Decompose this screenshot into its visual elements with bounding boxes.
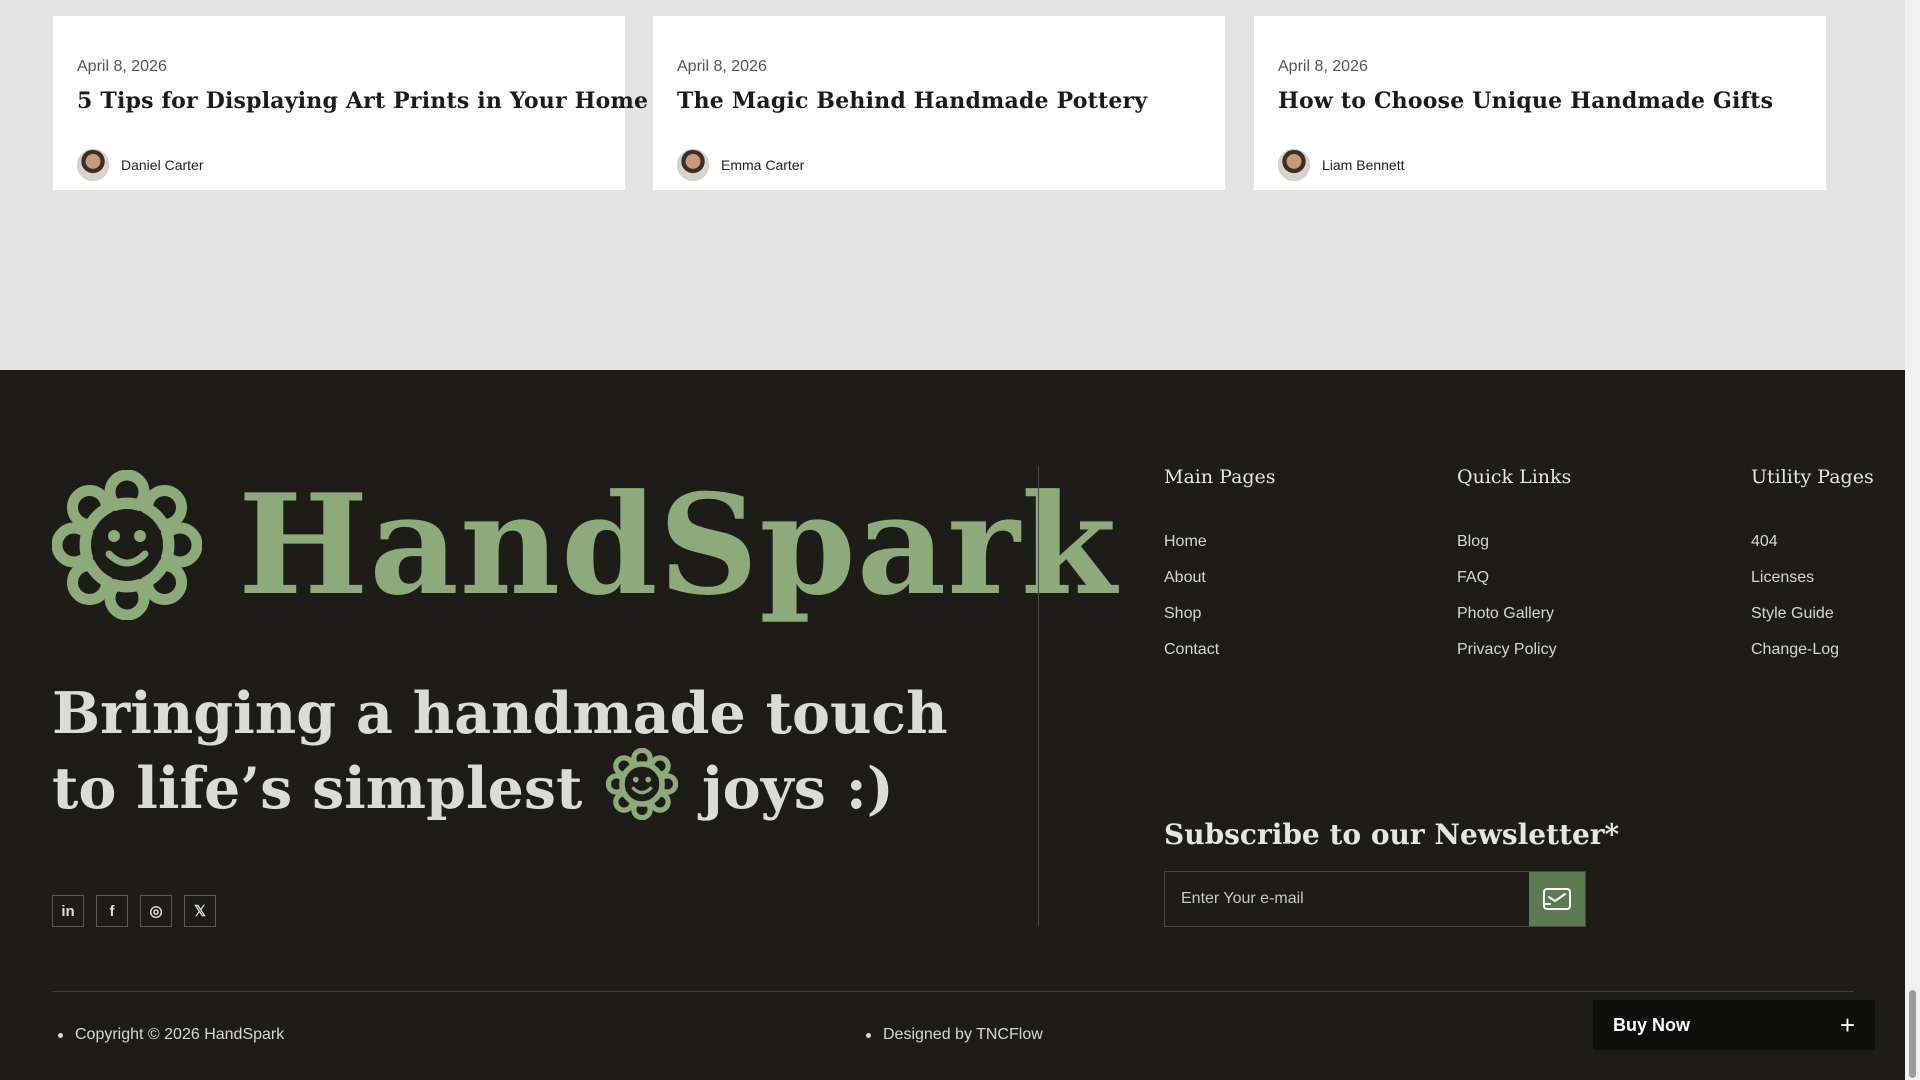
footer-link-contact[interactable]: Contact xyxy=(1164,640,1276,660)
footer-link-photo-gallery[interactable]: Photo Gallery xyxy=(1457,604,1571,624)
author-name: Liam Bennett xyxy=(1322,157,1405,173)
footer-link-licenses[interactable]: Licenses xyxy=(1751,568,1874,588)
avatar xyxy=(1278,149,1310,181)
footer-col-utility-pages: Utility Pages 404 Licenses Style Guide C… xyxy=(1751,466,1874,676)
plus-icon: + xyxy=(1839,1010,1855,1040)
footer-col-main-pages: Main Pages Home About Shop Contact xyxy=(1164,466,1276,676)
bullet xyxy=(58,1032,63,1038)
copyright: Copyright © 2026 HandSpark xyxy=(58,1026,284,1044)
buy-now-button[interactable]: Buy Now + xyxy=(1593,1000,1875,1050)
x-twitter-icon[interactable]: 𝕏 xyxy=(184,895,216,927)
blog-cards-section: April 8, 2026 5 Tips for Displaying Art … xyxy=(0,0,1905,370)
footer-bottom-divider xyxy=(52,991,1854,992)
avatar xyxy=(77,149,109,181)
column-heading: Main Pages xyxy=(1164,466,1276,488)
designed-by[interactable]: Designed by TNCFlow xyxy=(866,1026,1043,1044)
linkedin-icon[interactable]: in xyxy=(52,895,84,927)
post-date: April 8, 2026 xyxy=(1278,58,1368,75)
copyright-text: Copyright © 2026 HandSpark xyxy=(75,1026,285,1043)
post-title[interactable]: The Magic Behind Handmade Pottery xyxy=(677,88,1147,114)
logo-wordmark: HandSpark xyxy=(238,463,1118,626)
bullet xyxy=(866,1032,871,1038)
footer-logo[interactable]: HandSpark xyxy=(52,470,1118,620)
post-date: April 8, 2026 xyxy=(677,58,767,75)
footer-link-change-log[interactable]: Change-Log xyxy=(1751,640,1874,660)
footer-link-privacy-policy[interactable]: Privacy Policy xyxy=(1457,640,1571,660)
post-author: Liam Bennett xyxy=(1278,149,1405,181)
email-field[interactable] xyxy=(1165,872,1529,926)
footer-link-shop[interactable]: Shop xyxy=(1164,604,1276,624)
footer-link-faq[interactable]: FAQ xyxy=(1457,568,1571,588)
footer-link-about[interactable]: About xyxy=(1164,568,1276,588)
footer-tagline: Bringing a handmade touch to life’s simp… xyxy=(52,680,952,835)
designed-by-text[interactable]: Designed by TNCFlow xyxy=(883,1026,1043,1044)
flower-smiley-icon xyxy=(605,747,679,835)
author-name: Emma Carter xyxy=(721,157,805,173)
flower-smiley-icon xyxy=(52,470,202,620)
send-mail-icon xyxy=(1543,888,1571,910)
footer-link-blog[interactable]: Blog xyxy=(1457,532,1571,552)
post-title[interactable]: How to Choose Unique Handmade Gifts xyxy=(1278,88,1773,114)
tagline-text-end: joys :) xyxy=(702,755,894,822)
blog-card[interactable]: April 8, 2026 5 Tips for Displaying Art … xyxy=(53,16,648,190)
footer-divider xyxy=(1038,466,1039,926)
column-heading: Utility Pages xyxy=(1751,466,1874,488)
newsletter-form xyxy=(1164,871,1586,927)
footer-link-404[interactable]: 404 xyxy=(1751,532,1874,552)
facebook-icon[interactable]: f xyxy=(96,895,128,927)
social-links: in f ◎ 𝕏 xyxy=(52,895,216,927)
newsletter-title: Subscribe to our Newsletter* xyxy=(1164,818,1620,851)
footer-col-quick-links: Quick Links Blog FAQ Photo Gallery Priva… xyxy=(1457,466,1571,676)
blog-card[interactable]: April 8, 2026 How to Choose Unique Handm… xyxy=(1254,16,1826,190)
post-title[interactable]: 5 Tips for Displaying Art Prints in Your… xyxy=(77,88,648,114)
post-author: Daniel Carter xyxy=(77,149,203,181)
scrollbar-thumb[interactable] xyxy=(1909,990,1916,1078)
buy-now-label: Buy Now xyxy=(1613,1014,1691,1035)
blog-card[interactable]: April 8, 2026 The Magic Behind Handmade … xyxy=(653,16,1225,190)
post-date: April 8, 2026 xyxy=(77,58,167,75)
footer-link-home[interactable]: Home xyxy=(1164,532,1276,552)
instagram-icon[interactable]: ◎ xyxy=(140,895,172,927)
scrollbar[interactable] xyxy=(1905,0,1920,1080)
subscribe-button[interactable] xyxy=(1529,872,1585,926)
post-author: Emma Carter xyxy=(677,149,804,181)
avatar xyxy=(677,149,709,181)
footer-link-style-guide[interactable]: Style Guide xyxy=(1751,604,1874,624)
author-name: Daniel Carter xyxy=(121,157,204,173)
column-heading: Quick Links xyxy=(1457,466,1572,488)
